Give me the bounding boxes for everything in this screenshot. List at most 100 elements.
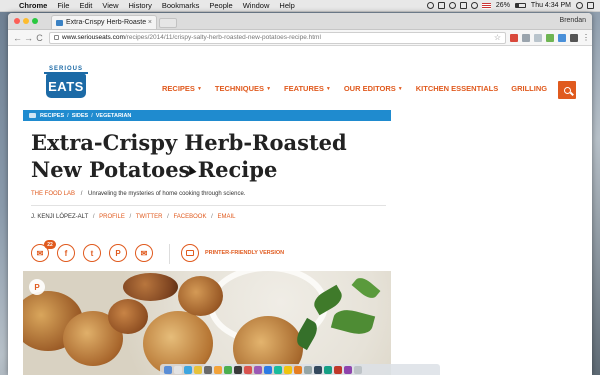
site-search-button[interactable] <box>558 81 576 99</box>
breadcrumb: RECIPES / SIDES / VEGETARIAN <box>23 110 391 121</box>
nav-kitchen-essentials[interactable]: KITCHEN ESSENTIALS <box>416 84 499 93</box>
author-twitter-link[interactable]: TWITTER <box>136 214 163 220</box>
status-app-icon[interactable] <box>426 2 434 9</box>
author-name[interactable]: J. KENJI LÓPEZ-ALT <box>31 214 88 220</box>
author-email-link[interactable]: EMAIL <box>217 214 235 220</box>
menu-view[interactable]: View <box>97 1 123 10</box>
print-button[interactable] <box>181 244 199 262</box>
menu-history[interactable]: History <box>124 1 157 10</box>
serious-eats-logo[interactable]: SERIOUS EATS <box>44 66 88 100</box>
extension-icon-1[interactable] <box>510 33 518 42</box>
herb-leaf <box>330 306 376 338</box>
dropbox-icon[interactable] <box>437 2 445 9</box>
finder-icon[interactable] <box>164 365 172 374</box>
tab-close-icon[interactable]: × <box>148 19 152 26</box>
forward-arrow-icon[interactable]: → <box>23 33 34 43</box>
app-icon[interactable] <box>264 365 272 374</box>
bookmark-star-icon[interactable]: ☆ <box>494 33 501 42</box>
chevron-down-icon: ▼ <box>266 86 272 93</box>
author-facebook-link[interactable]: FACEBOOK <box>173 214 206 220</box>
new-tab-button[interactable] <box>159 18 177 28</box>
extension-icon-5[interactable] <box>558 33 566 42</box>
menu-people[interactable]: People <box>204 1 237 10</box>
menu-clock[interactable]: Thu 4:34 PM <box>528 2 574 9</box>
menu-edit[interactable]: Edit <box>74 1 97 10</box>
profile-name[interactable]: Brendan <box>560 17 586 24</box>
breadcrumb-recipes[interactable]: RECIPES <box>40 113 64 119</box>
author-profile-link[interactable]: PROFILE <box>99 214 125 220</box>
chrome-icon[interactable] <box>194 365 202 374</box>
article-header: Extra-Crispy Herb-Roasted New Potatoes R… <box>23 121 391 220</box>
app-icon[interactable] <box>274 365 282 374</box>
trash-icon[interactable] <box>354 365 362 374</box>
tab-active[interactable]: Extra-Crispy Herb-Roasted Ne × <box>51 15 157 29</box>
extension-icon-3[interactable] <box>534 33 542 42</box>
reload-icon[interactable]: C <box>34 33 45 43</box>
menu-window[interactable]: Window <box>238 1 275 10</box>
favicon-icon <box>56 19 63 26</box>
app-icon[interactable] <box>254 365 262 374</box>
twitter-icon: t <box>90 248 94 258</box>
address-bar[interactable]: www.seriouseats.com /recipes/2014/11/cri… <box>49 31 506 44</box>
menu-app-chrome[interactable]: Chrome <box>14 1 52 10</box>
facebook-share-button[interactable]: f <box>57 244 75 262</box>
app-icon[interactable] <box>324 365 332 374</box>
extension-icon-4[interactable] <box>546 33 554 42</box>
pinterest-pin-button[interactable]: P <box>29 279 45 295</box>
breadcrumb-sides[interactable]: SIDES <box>72 113 89 119</box>
app-icon[interactable] <box>304 365 312 374</box>
app-icon[interactable] <box>294 365 302 374</box>
back-arrow-icon[interactable]: ← <box>12 33 23 43</box>
menu-bookmarks[interactable]: Bookmarks <box>157 1 205 10</box>
series-link[interactable]: THE FOOD LAB <box>31 191 75 197</box>
browser-window: Extra-Crispy Herb-Roasted Ne × Brendan ←… <box>8 13 592 375</box>
spotlight-icon[interactable] <box>576 2 583 9</box>
menu-help[interactable]: Help <box>274 1 299 10</box>
safari-icon[interactable] <box>184 365 192 374</box>
app-icon[interactable] <box>344 365 352 374</box>
email-share-button[interactable]: ✉ <box>135 244 153 262</box>
app-icon[interactable] <box>314 365 322 374</box>
series-separator: / <box>80 191 83 197</box>
app-icon[interactable] <box>224 365 232 374</box>
nav-our-editors[interactable]: OUR EDITORS ▼ <box>344 84 403 93</box>
hero-image: P <box>23 271 391 375</box>
time-machine-icon[interactable] <box>448 2 456 9</box>
battery-icon[interactable] <box>514 3 526 8</box>
potato-image <box>178 276 223 316</box>
app-icon[interactable] <box>244 365 252 374</box>
page-title: Extra-Crispy Herb-Roasted New Potatoes R… <box>31 130 347 182</box>
app-icon[interactable] <box>234 365 242 374</box>
wifi-icon[interactable] <box>470 2 478 9</box>
chrome-menu-icon[interactable]: ⋮ <box>582 33 590 42</box>
pinterest-share-button[interactable]: P <box>109 244 127 262</box>
print-label[interactable]: PRINTER-FRIENDLY VERSION <box>205 250 284 256</box>
nav-recipes[interactable]: RECIPES ▼ <box>162 84 202 93</box>
main-nav: RECIPES ▼ TECHNIQUES ▼ FEATURES ▼ OUR EDITO… <box>162 84 560 93</box>
notification-center-icon[interactable] <box>587 2 594 9</box>
extension-icon-2[interactable] <box>522 33 530 42</box>
browser-toolbar: ← → C www.seriouseats.com /recipes/2014/… <box>8 30 592 46</box>
us-flag-input-icon[interactable] <box>481 2 491 9</box>
window-minimize-button[interactable] <box>23 17 29 24</box>
launchpad-icon[interactable] <box>174 365 182 374</box>
potato-image <box>108 299 148 334</box>
window-zoom-button[interactable] <box>32 17 38 24</box>
page-info-icon[interactable] <box>54 35 59 40</box>
nav-techniques[interactable]: TECHNIQUES ▼ <box>215 84 271 93</box>
extension-icon-6[interactable] <box>570 33 578 42</box>
comments-button[interactable]: ✉ 22 <box>31 240 56 262</box>
url-host: www.seriouseats.com <box>62 34 125 41</box>
window-close-button[interactable] <box>14 17 20 24</box>
nav-grilling[interactable]: GRILLING <box>511 84 547 93</box>
twitter-share-button[interactable]: t <box>83 244 101 262</box>
menu-file[interactable]: File <box>52 1 74 10</box>
app-icon[interactable] <box>214 365 222 374</box>
breadcrumb-vegetarian[interactable]: VEGETARIAN <box>96 113 132 119</box>
app-icon[interactable] <box>334 365 342 374</box>
potato-image <box>123 273 178 301</box>
app-icon[interactable] <box>284 365 292 374</box>
nav-features[interactable]: FEATURES ▼ <box>284 84 331 93</box>
terminal-icon[interactable] <box>204 365 212 374</box>
airplay-icon[interactable] <box>459 2 467 9</box>
